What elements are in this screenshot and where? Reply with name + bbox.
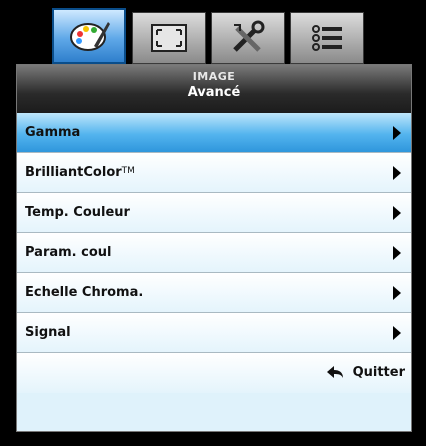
chevron-right-icon	[393, 286, 401, 300]
menu-item-label: Signal	[25, 325, 71, 340]
chevron-right-icon	[393, 126, 401, 140]
menu-item-gamma[interactable]: Gamma	[17, 113, 411, 153]
chevron-right-icon	[393, 246, 401, 260]
menu-tabs	[52, 8, 364, 64]
menu-item-chroma-scale[interactable]: Echelle Chroma.	[17, 273, 411, 313]
menu-item-label: Param. coul	[25, 245, 112, 260]
palette-icon	[70, 22, 110, 51]
tab-display[interactable]	[132, 12, 206, 64]
menu-item-label: Echelle Chroma.	[25, 285, 144, 300]
return-arrow-icon	[326, 366, 343, 378]
menu-title: Avancé	[187, 85, 241, 100]
trademark-label: TM	[121, 165, 135, 176]
tab-setup[interactable]	[211, 12, 285, 64]
menu-item-label: Gamma	[25, 125, 81, 140]
menu-item-brilliantcolor[interactable]: BrilliantColor TM	[17, 153, 411, 193]
chevron-right-icon	[393, 166, 401, 180]
list-icon	[312, 25, 342, 51]
tab-image[interactable]	[52, 8, 126, 64]
menu-item-label: BrilliantColor	[25, 165, 122, 180]
tab-options[interactable]	[290, 12, 364, 64]
chevron-right-icon	[393, 326, 401, 340]
menu-header: IMAGE Avancé	[17, 65, 411, 113]
quit-label: Quitter	[352, 364, 405, 380]
menu-footer: Quitter	[17, 353, 411, 393]
screen-resize-icon	[151, 24, 187, 52]
menu-item-label: Temp. Couleur	[25, 205, 130, 220]
quit-button[interactable]: Quitter	[325, 364, 405, 380]
chevron-right-icon	[393, 206, 401, 220]
menu-item-signal[interactable]: Signal	[17, 313, 411, 353]
menu-item-color-temp[interactable]: Temp. Couleur	[17, 193, 411, 233]
osd-menu-panel: IMAGE Avancé Gamma BrilliantColor TM Tem…	[16, 64, 412, 432]
menu-item-color-settings[interactable]: Param. coul	[17, 233, 411, 273]
menu-category: IMAGE	[192, 70, 236, 83]
tools-icon	[233, 20, 265, 52]
